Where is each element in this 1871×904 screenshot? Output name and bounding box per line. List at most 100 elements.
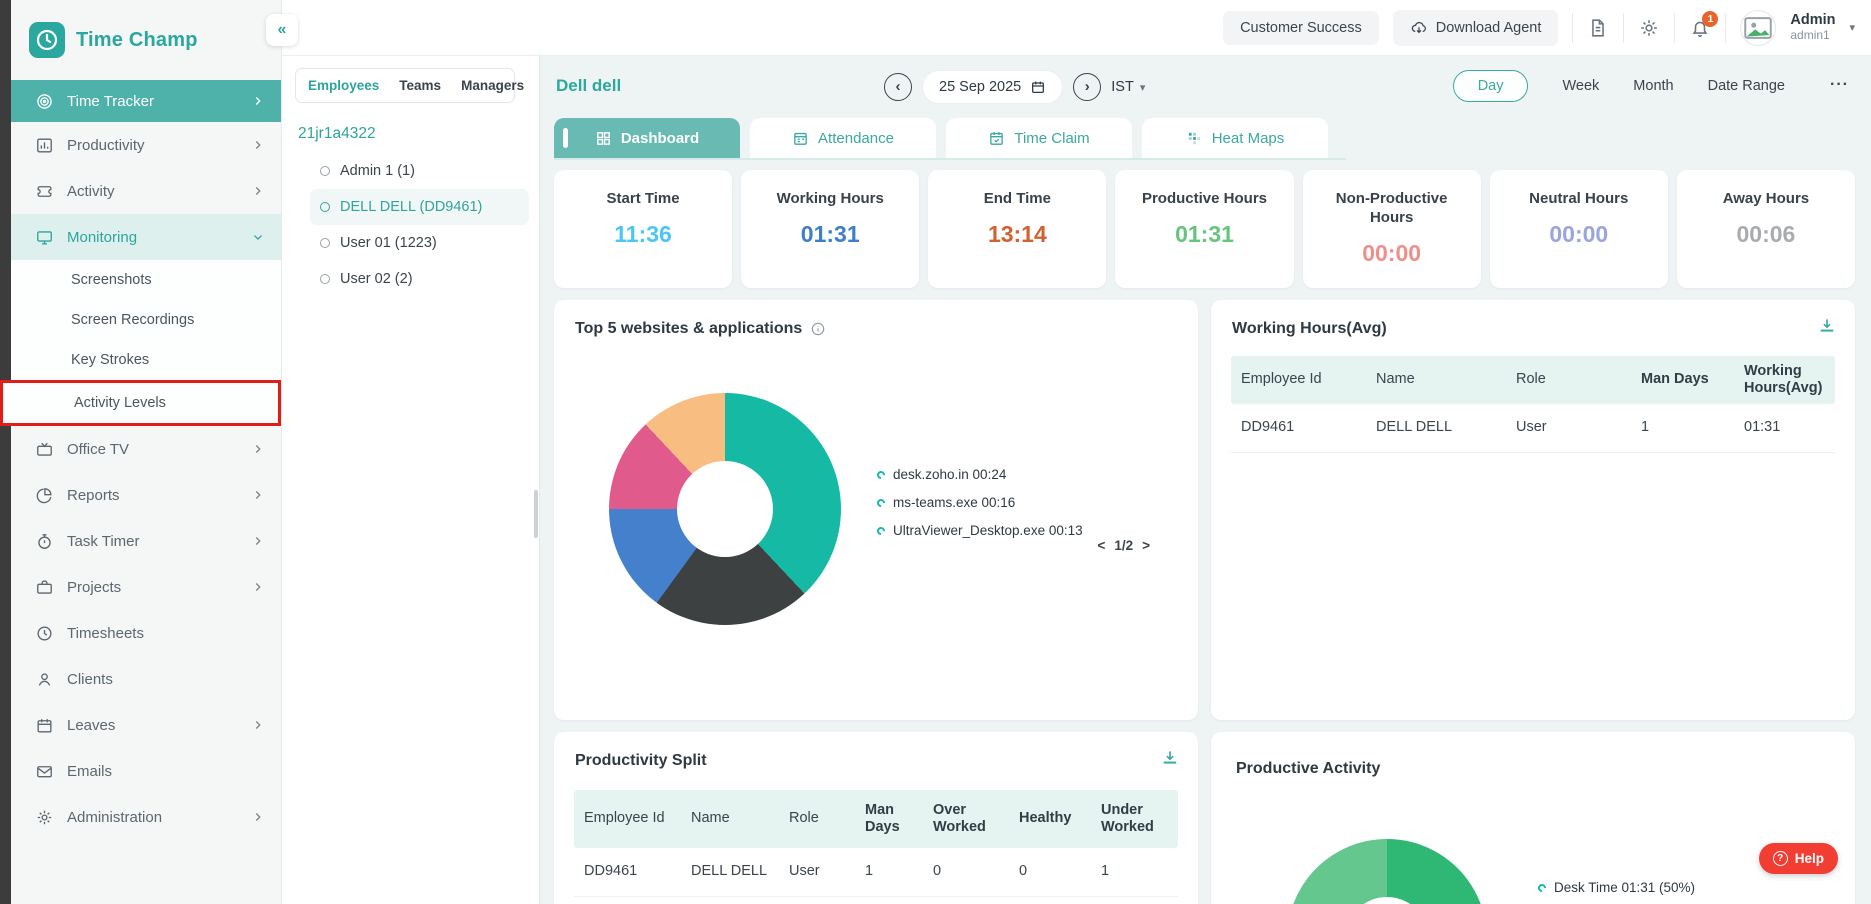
- radio-circle-icon: [320, 202, 330, 212]
- timezone-selector[interactable]: IST ▾: [1111, 79, 1145, 95]
- employee-list-item[interactable]: User 01 (1223): [310, 225, 529, 261]
- tab-employees[interactable]: Employees: [308, 78, 379, 93]
- sidebar-item-timesheets[interactable]: Timesheets: [11, 610, 281, 656]
- stopwatch-icon: [35, 532, 54, 551]
- card-title-row: Productive Activity: [1236, 760, 1380, 778]
- sidebar-item-productivity[interactable]: Productivity: [11, 122, 281, 168]
- tab-time-claim[interactable]: Time Claim: [946, 118, 1132, 158]
- table-row[interactable]: DD9461 DELL DELL User 1 0 0 1: [574, 848, 1178, 897]
- chevron-right-icon: [251, 810, 265, 824]
- pagination-prev-icon[interactable]: <: [1097, 538, 1105, 553]
- user-info[interactable]: Admin admin1: [1790, 12, 1835, 42]
- employee-list-item[interactable]: Admin 1 (1): [310, 153, 529, 189]
- sidebar-item-label: Administration: [67, 808, 163, 826]
- stat-label: Productive Hours: [1141, 190, 1267, 207]
- scrollbar-thumb[interactable]: [534, 490, 538, 538]
- tab-attendance[interactable]: Attendance: [750, 118, 936, 158]
- tab-heat-maps[interactable]: Heat Maps: [1142, 118, 1328, 158]
- column-header[interactable]: Name: [681, 804, 779, 833]
- employee-name: User 01 (1223): [340, 235, 437, 251]
- more-options-icon[interactable]: ···: [1830, 76, 1849, 94]
- employee-list-item[interactable]: User 02 (2): [310, 261, 529, 297]
- timezone-caret-icon: ▾: [1139, 81, 1146, 94]
- chevron-down-icon: [251, 230, 265, 244]
- column-header[interactable]: Employee Id: [574, 804, 681, 833]
- legend-bullet-icon: [875, 496, 887, 509]
- next-day-button[interactable]: ›: [1073, 73, 1102, 101]
- gear-icon[interactable]: [1638, 17, 1660, 39]
- download-agent-button[interactable]: Download Agent: [1392, 9, 1559, 46]
- column-header[interactable]: Working Hours(Avg): [1734, 357, 1835, 404]
- top5-title: Top 5 websites & applications: [575, 320, 803, 337]
- help-label: Help: [1794, 851, 1824, 866]
- divider: [1572, 12, 1574, 43]
- previous-day-button[interactable]: ‹: [884, 73, 912, 101]
- sidebar-subitem-screenshots[interactable]: Screenshots: [11, 260, 281, 300]
- date-navigation: ‹ 25 Sep 2025 › IST ▾: [884, 70, 1145, 104]
- profile-caret-icon[interactable]: ▾: [1849, 21, 1855, 34]
- column-header[interactable]: Name: [1366, 365, 1506, 394]
- charts-row: Top 5 websites & applications desk.zoho.…: [554, 300, 1855, 720]
- sidebar-item-leaves[interactable]: Leaves: [11, 702, 281, 748]
- range-day[interactable]: Day: [1452, 70, 1529, 102]
- sidebar-item-task-timer[interactable]: Task Timer: [11, 518, 281, 564]
- sidebar-item-administration[interactable]: Administration: [11, 794, 281, 840]
- cell-role: User: [789, 863, 820, 880]
- download-icon[interactable]: [1160, 748, 1180, 768]
- chevron-right-icon: ›: [1084, 77, 1090, 95]
- user-avatar[interactable]: [1740, 9, 1777, 46]
- download-icon[interactable]: [1817, 316, 1837, 336]
- column-header[interactable]: Over Worked: [923, 796, 1009, 843]
- employee-list-item-selected[interactable]: DELL DELL (DD9461): [310, 189, 529, 225]
- employee-group-title[interactable]: 21jr1a4322: [298, 125, 539, 143]
- sidebar-item-monitoring[interactable]: Monitoring: [11, 214, 281, 260]
- top-header: Customer Success Download Agent 1 Admin …: [282, 0, 1871, 56]
- cell-working-hours: 01:31: [1744, 419, 1781, 436]
- column-header[interactable]: Under Worked: [1091, 796, 1178, 843]
- sidebar-item-reports[interactable]: Reports: [11, 472, 281, 518]
- column-header[interactable]: Healthy: [1009, 804, 1091, 833]
- radio-circle-icon: [320, 166, 330, 176]
- column-header[interactable]: Role: [779, 804, 855, 833]
- column-header[interactable]: Role: [1506, 365, 1631, 394]
- sidebar-item-clients[interactable]: Clients: [11, 656, 281, 702]
- sidebar-collapse-button[interactable]: «: [266, 14, 298, 46]
- notification-bell-icon[interactable]: 1: [1689, 10, 1719, 39]
- range-week[interactable]: Week: [1562, 78, 1599, 94]
- legend-bullet-icon: [875, 524, 887, 537]
- sidebar-subitem-activity-levels[interactable]: Activity Levels: [3, 383, 278, 423]
- sidebar-item-projects[interactable]: Projects: [11, 564, 281, 610]
- briefcase-icon: [35, 578, 54, 597]
- tab-teams[interactable]: Teams: [399, 78, 441, 93]
- sidebar-item-time-tracker[interactable]: Time Tracker: [11, 80, 281, 122]
- range-date-range[interactable]: Date Range: [1708, 78, 1785, 94]
- date-picker[interactable]: 25 Sep 2025: [922, 70, 1064, 104]
- pagination-next-icon[interactable]: >: [1142, 538, 1150, 553]
- chevron-right-icon: [251, 442, 265, 456]
- sidebar-subitem-key-strokes[interactable]: Key Strokes: [11, 340, 281, 380]
- timezone-label: IST: [1111, 79, 1134, 95]
- main-content: Dell dell ‹ 25 Sep 2025 › IST ▾ Day Week…: [540, 56, 1871, 904]
- customer-success-button[interactable]: Customer Success: [1223, 10, 1379, 45]
- sidebar-subitem-screen-recordings[interactable]: Screen Recordings: [11, 300, 281, 340]
- stat-value: 00:06: [1736, 220, 1796, 247]
- employee-name: User 02 (2): [340, 271, 413, 287]
- sidebar-item-emails[interactable]: Emails: [11, 748, 281, 794]
- help-button[interactable]: ? Help: [1758, 843, 1838, 874]
- sidebar-item-office-tv[interactable]: Office TV: [11, 426, 281, 472]
- productivity-split-card: Productivity Split Employee Id Name Role…: [554, 732, 1198, 904]
- info-icon[interactable]: [810, 321, 826, 337]
- tab-managers[interactable]: Managers: [461, 78, 524, 93]
- column-header[interactable]: Man Days: [855, 796, 923, 843]
- document-icon[interactable]: [1587, 17, 1609, 39]
- column-header[interactable]: Employee Id: [1231, 365, 1366, 394]
- column-header[interactable]: Man Days: [1631, 365, 1734, 394]
- table-row[interactable]: DD9461 DELL DELL User 1 01:31: [1231, 404, 1835, 453]
- legend-item: UltraViewer_Desktop.exe 00:13: [875, 523, 1083, 538]
- brand-name: Time Champ: [76, 28, 198, 51]
- bottom-row: Productivity Split Employee Id Name Role…: [554, 732, 1855, 904]
- sidebar-item-activity[interactable]: Activity: [11, 168, 281, 214]
- tab-label: Attendance: [818, 129, 894, 147]
- tab-dashboard[interactable]: Dashboard: [554, 118, 740, 158]
- range-month[interactable]: Month: [1633, 78, 1673, 94]
